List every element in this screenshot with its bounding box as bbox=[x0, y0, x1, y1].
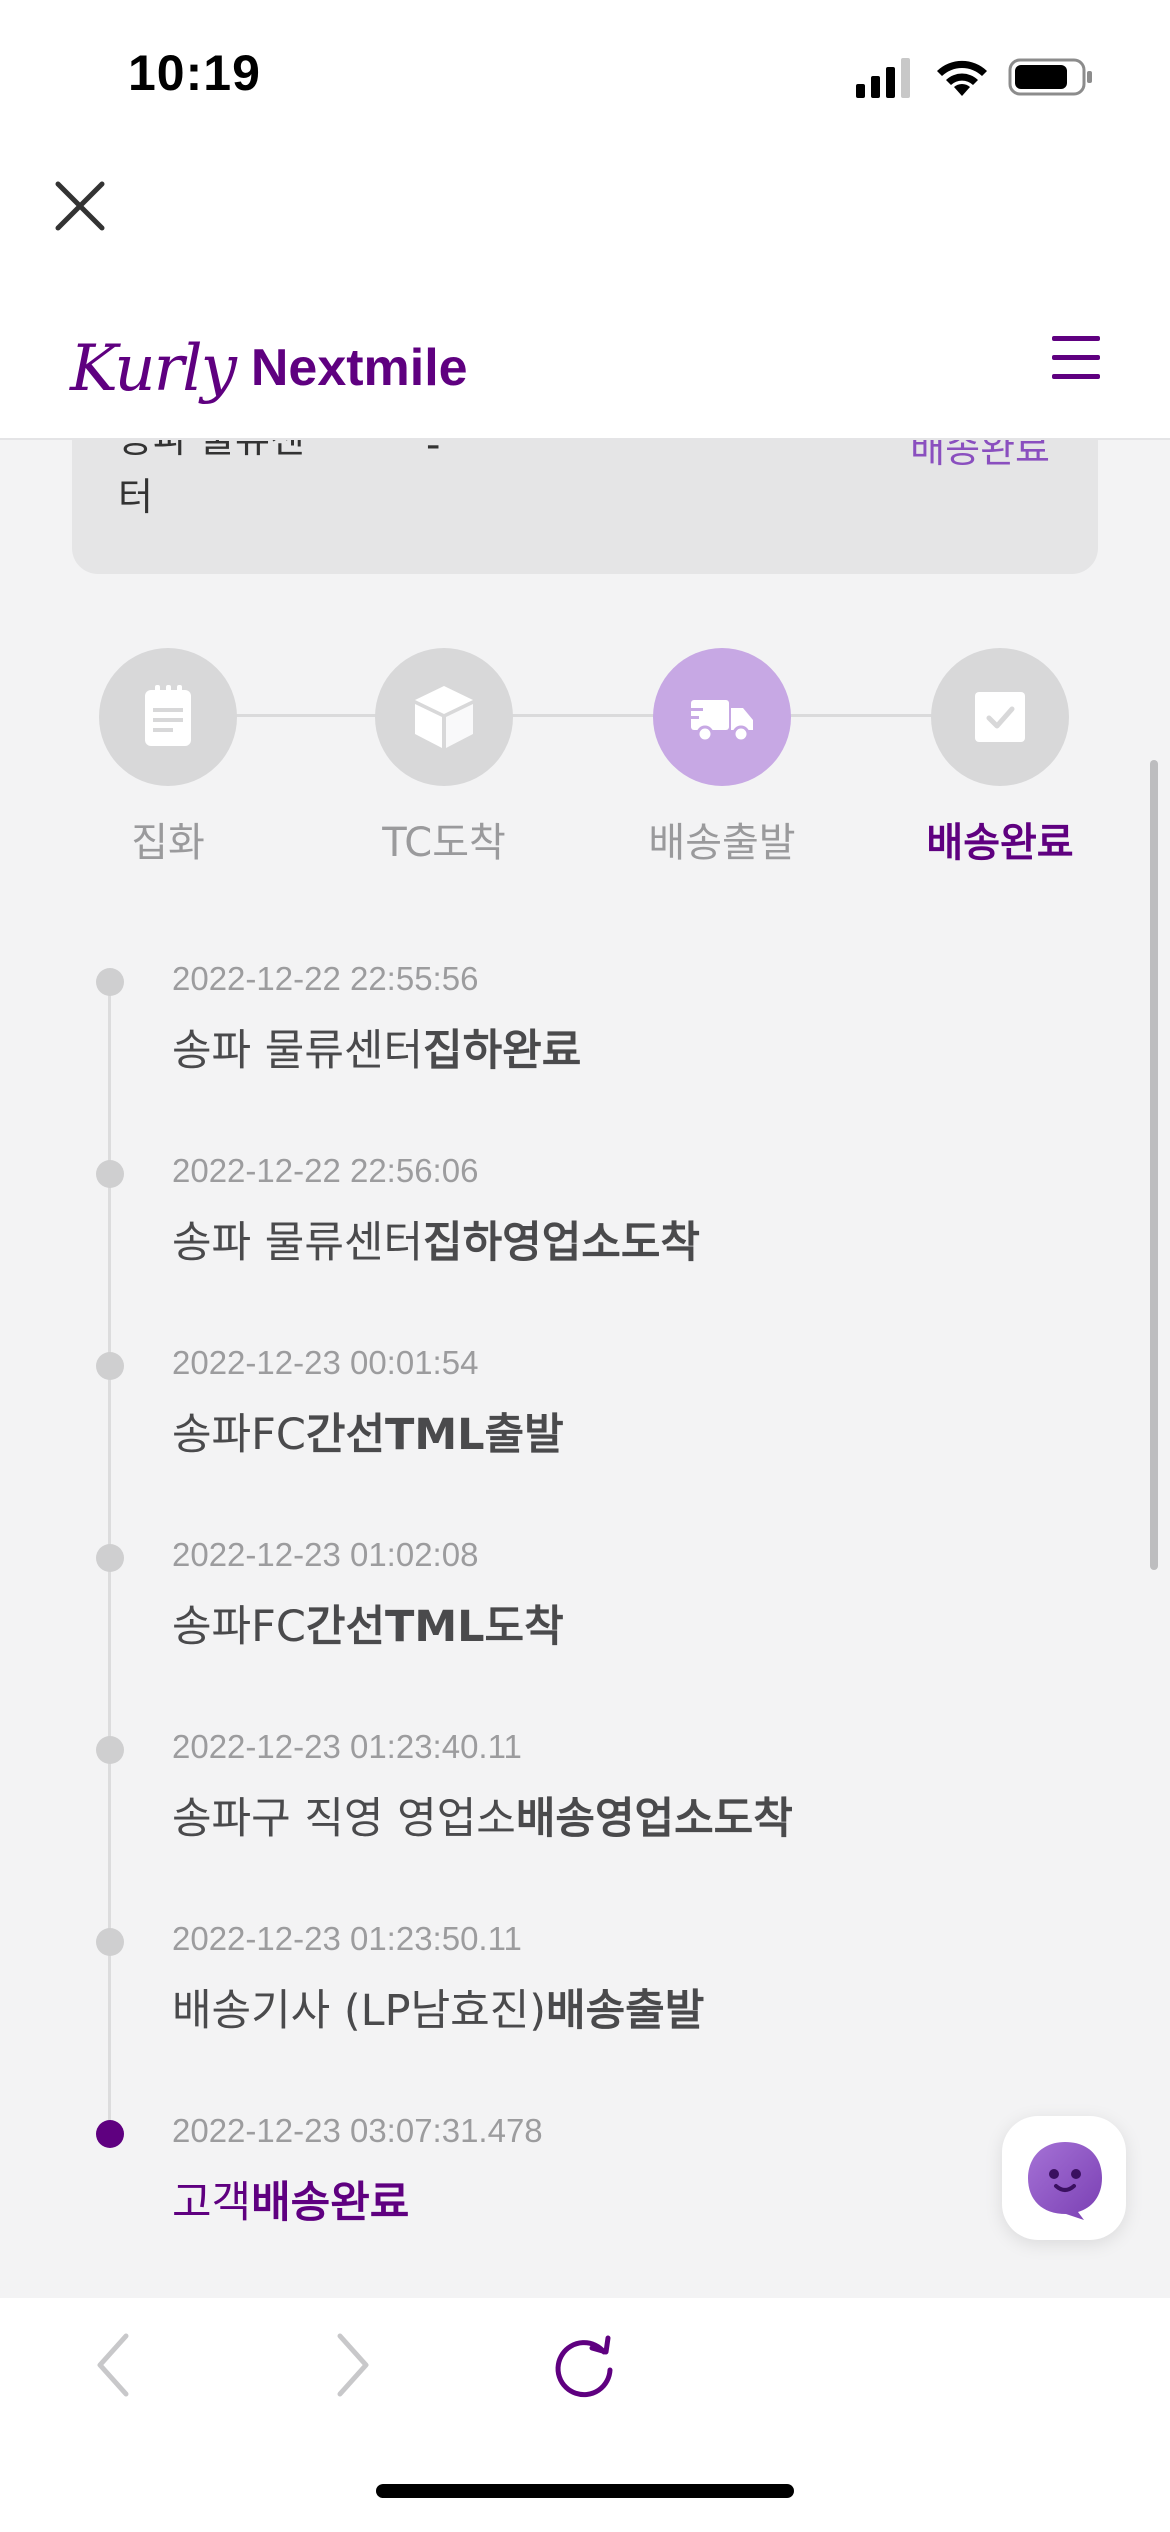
timeline-item: 2022-12-22 22:55:56 송파 물류센터집하완료 bbox=[0, 950, 1170, 1140]
status-time: 10:19 bbox=[128, 45, 261, 101]
timeline-time: 2022-12-23 01:23:50.11 bbox=[172, 1920, 522, 1957]
timeline-time: 2022-12-23 01:02:08 bbox=[172, 1536, 479, 1573]
timeline-event: 배송완료 bbox=[251, 2178, 410, 2228]
timeline-place: 송파 물류센터 bbox=[172, 1026, 424, 1076]
step-out-for-delivery: 배송출발 bbox=[622, 648, 822, 868]
timeline-item: 2022-12-23 01:02:08 송파FC간선TML도착 bbox=[0, 1526, 1170, 1716]
truck-icon bbox=[653, 648, 791, 786]
hamburger-menu-icon[interactable] bbox=[1052, 336, 1100, 380]
timeline-item-final: 2022-12-23 03:07:31.478 고객배송완료 bbox=[0, 2102, 1170, 2292]
timeline-time: 2022-12-23 00:01:54 bbox=[172, 1344, 479, 1381]
timeline-place: 송파FC bbox=[172, 1410, 306, 1460]
timeline-place: 배송기사 (LP남효진) bbox=[172, 1986, 547, 2036]
timeline-event: 배송출발 bbox=[546, 1986, 705, 2036]
brand-logo[interactable]: Kurly Nextmile bbox=[70, 316, 468, 406]
wifi-icon bbox=[937, 60, 987, 96]
timeline-place: 송파구 직영 영업소 bbox=[172, 1794, 516, 1844]
timeline-place: 송파FC bbox=[172, 1602, 306, 1652]
timeline-place: 고객 bbox=[172, 2178, 252, 2228]
timeline-time: 2022-12-22 22:55:56 bbox=[172, 960, 479, 997]
timeline-dot bbox=[96, 1352, 124, 1380]
timeline-time: 2022-12-22 22:56:06 bbox=[172, 1152, 479, 1189]
chevron-left-icon[interactable] bbox=[90, 2330, 136, 2400]
timeline-dot-active bbox=[96, 2120, 124, 2148]
chevron-right-icon[interactable] bbox=[330, 2330, 376, 2400]
brand-logo-word: Nextmile bbox=[250, 339, 468, 397]
timeline-item: 2022-12-23 01:23:50.11 배송기사 (LP남효진)배송출발 bbox=[0, 1910, 1170, 2100]
step-delivered: 배송완료 bbox=[900, 648, 1100, 868]
timeline-item: 2022-12-23 00:01:54 송파FC간선TML출발 bbox=[0, 1334, 1170, 1524]
step-connector bbox=[166, 714, 1000, 717]
scrollbar[interactable] bbox=[1150, 760, 1158, 1570]
clipboard-icon bbox=[99, 648, 237, 786]
reload-icon[interactable] bbox=[548, 2330, 620, 2402]
step-label: TC도착 bbox=[382, 820, 506, 866]
timeline-place: 송파 물류센터 bbox=[172, 1218, 424, 1268]
step-tc-arrival: TC도착 bbox=[344, 648, 544, 868]
battery-icon bbox=[1008, 58, 1092, 96]
timeline-title: 송파 물류센터집하영업소도착 bbox=[172, 1208, 700, 1270]
timeline-event: 간선TML출발 bbox=[305, 1410, 564, 1460]
chatbot-button[interactable] bbox=[1002, 2116, 1126, 2240]
timeline-dot bbox=[96, 1544, 124, 1572]
cellular-signal-icon bbox=[856, 58, 910, 98]
step-label: 집화 bbox=[131, 820, 205, 866]
timeline-event: 배송영업소도착 bbox=[515, 1794, 793, 1844]
check-icon bbox=[931, 648, 1069, 786]
home-indicator[interactable] bbox=[376, 2484, 794, 2498]
timeline-title: 송파FC간선TML도착 bbox=[172, 1592, 564, 1654]
timeline-item: 2022-12-23 01:23:40.11 송파구 직영 영업소배송영업소도착 bbox=[0, 1718, 1170, 1908]
timeline-item: 2022-12-22 22:56:06 송파 물류센터집하영업소도착 bbox=[0, 1142, 1170, 1332]
status-bar: 10:19 bbox=[0, 0, 1170, 150]
box-icon bbox=[375, 648, 513, 786]
step-label: 배송출발 bbox=[648, 820, 796, 866]
timeline-title: 송파 물류센터집하완료 bbox=[172, 1016, 581, 1078]
timeline-time: 2022-12-23 01:23:40.11 bbox=[172, 1728, 522, 1765]
timeline-title: 고객배송완료 bbox=[172, 2168, 409, 2230]
timeline-title: 배송기사 (LP남효진)배송출발 bbox=[172, 1976, 704, 2038]
chatbot-icon bbox=[1028, 2142, 1102, 2220]
timeline-dot bbox=[96, 1160, 124, 1188]
summary-card: 송파 물류센터 - 배송완료 bbox=[72, 417, 1098, 574]
timeline-event: 집하완료 bbox=[423, 1026, 582, 1076]
brand-logo-script: Kurly bbox=[70, 332, 237, 406]
timeline-dot bbox=[96, 1928, 124, 1956]
timeline-event: 집하영업소도착 bbox=[423, 1218, 700, 1268]
step-label: 배송완료 bbox=[926, 820, 1074, 866]
timeline-dot bbox=[96, 1736, 124, 1764]
delivery-progress-steps: 집화 TC도착 배송출발 배송완료 bbox=[0, 640, 1170, 880]
timeline-title: 송파FC간선TML출발 bbox=[172, 1400, 564, 1462]
timeline-title: 송파구 직영 영업소배송영업소도착 bbox=[172, 1784, 793, 1846]
close-icon[interactable] bbox=[52, 178, 108, 234]
timeline-time: 2022-12-23 03:07:31.478 bbox=[172, 2112, 543, 2149]
timeline-dot bbox=[96, 968, 124, 996]
close-bar bbox=[0, 150, 1170, 282]
timeline-event: 간선TML도착 bbox=[305, 1602, 564, 1652]
step-pickup: 집화 bbox=[68, 648, 268, 868]
